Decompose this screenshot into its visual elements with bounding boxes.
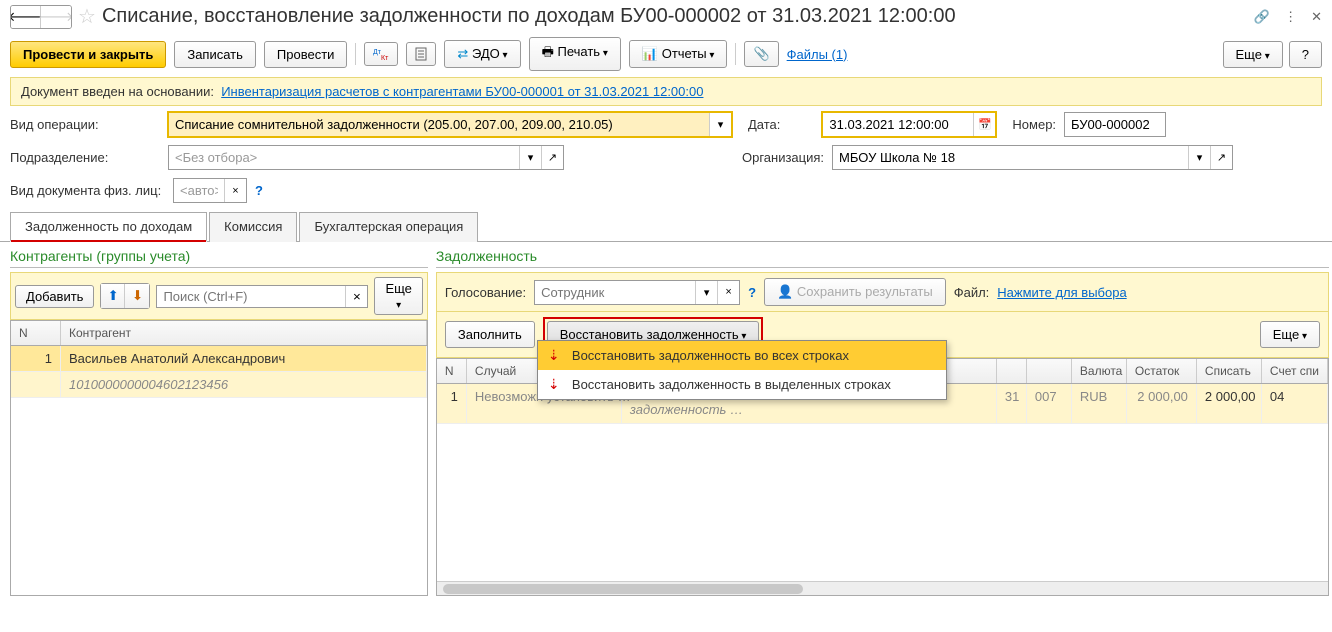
subdivision-label: Подразделение: [10,150,160,165]
basis-bar: Документ введен на основании: Инвентариз… [10,77,1322,106]
save-results-button[interactable]: 👤 Сохранить результаты [764,278,946,306]
post-button[interactable]: Провести [264,41,348,68]
col-account: Счет спи [1262,359,1328,383]
arrow-down-icon: ⇣ [548,347,564,364]
col-rest: Остаток [1127,359,1197,383]
vote-label: Голосование: [445,285,526,300]
col-acc [1027,359,1072,383]
table-row[interactable]: 1010000000004602123456 [11,372,427,398]
search-input[interactable] [157,286,345,307]
move-buttons: ⬆ ⬇ [100,283,150,309]
attach-icon[interactable]: 📎 [744,41,778,67]
save-button[interactable]: Записать [174,41,256,68]
dt-kt-icon[interactable]: ДтКт [364,42,398,66]
more-button[interactable]: Еще [1223,41,1283,68]
date-label: Дата: [748,117,780,132]
link-icon[interactable]: 🔗 [1254,9,1270,25]
basis-label: Документ введен на основании: [21,84,214,99]
right-more-button[interactable]: Еще [1260,321,1320,348]
files-link[interactable]: Файлы (1) [787,47,848,62]
separator [355,43,356,65]
org-label: Организация: [742,150,824,165]
left-pane-title: Контрагенты (группы учета) [10,248,428,268]
post-and-close-button[interactable]: Провести и закрыть [10,41,166,68]
svg-text:Кт: Кт [381,55,389,61]
nav-forward-button[interactable]: 🡒 [41,6,71,28]
move-up-icon[interactable]: ⬆ [101,284,125,308]
operation-label: Вид операции: [10,117,160,132]
file-label: Файл: [954,285,990,300]
col-write: Списать [1197,359,1262,383]
move-down-icon[interactable]: ⬇ [125,284,149,308]
restore-all-rows-item[interactable]: ⇣ Восстановить задолженность во всех стр… [538,341,946,370]
tab-accounting[interactable]: Бухгалтерская операция [299,212,478,242]
vote-field[interactable] [535,281,695,304]
tab-debt[interactable]: Задолженность по доходам [10,212,207,242]
print-button[interactable]: 🖶 Печать [529,37,621,71]
separator [735,43,736,65]
operation-select[interactable] [169,113,709,136]
subdivision-dropdown-icon[interactable]: ▾ [519,146,541,169]
help-button[interactable]: ? [1289,41,1322,68]
file-link[interactable]: Нажмите для выбора [997,285,1126,300]
nav-back-button[interactable]: 🡐 [11,6,41,28]
number-field[interactable] [1065,113,1165,136]
favorite-star-icon[interactable]: ☆ [78,4,96,29]
help-hint-icon[interactable]: ? [255,183,263,198]
kebab-icon[interactable]: ⋮ [1284,9,1297,25]
col-n: N [11,321,61,345]
org-field[interactable] [833,146,1188,169]
calendar-icon[interactable]: 📅 [973,113,995,136]
search-clear-icon[interactable]: × [345,286,367,307]
reports-button[interactable]: 📊 Отчеты [629,40,728,68]
vote-dropdown-icon[interactable]: ▾ [695,281,717,304]
edo-button[interactable]: ⇄ ЭДО [444,40,520,68]
subdivision-open-icon[interactable]: ↗ [541,146,563,169]
col-contragent: Контрагент [61,321,427,345]
doctype-clear-icon[interactable]: × [224,179,246,202]
horizontal-scrollbar[interactable] [437,581,1328,595]
tab-commission[interactable]: Комиссия [209,212,297,242]
subdivision-field[interactable] [169,146,519,169]
org-open-icon[interactable]: ↗ [1210,146,1232,169]
close-icon[interactable]: ✕ [1311,9,1322,25]
col-currency: Валюта [1072,359,1127,383]
right-pane-title: Задолженность [436,248,1329,268]
date-field[interactable] [823,113,973,136]
left-more-button[interactable]: Еще [374,277,422,315]
org-dropdown-icon[interactable]: ▾ [1188,146,1210,169]
document-icon[interactable] [406,42,436,66]
doctype-label: Вид документа физ. лиц: [10,183,165,198]
operation-dropdown-icon[interactable]: ▾ [709,113,731,136]
nav-buttons: 🡐 🡒 [10,5,72,29]
restore-selected-rows-item[interactable]: ⇣ Восстановить задолженность в выделенны… [538,370,946,399]
add-button[interactable]: Добавить [15,285,94,308]
window-title: Списание, восстановление задолженности п… [102,5,1248,28]
number-label: Номер: [1012,117,1056,132]
restore-dropdown: ⇣ Восстановить задолженность во всех стр… [537,340,947,400]
doctype-field[interactable] [174,179,224,202]
vote-help-icon[interactable]: ? [748,285,756,300]
col-n: N [437,359,467,383]
table-row[interactable]: 1 Васильев Анатолий Александрович [11,346,427,372]
fill-button[interactable]: Заполнить [445,321,535,348]
arrow-down-icon: ⇣ [548,376,564,393]
basis-link[interactable]: Инвентаризация расчетов с контрагентами … [221,84,703,99]
vote-clear-icon[interactable]: × [717,281,739,304]
col-d1 [997,359,1027,383]
